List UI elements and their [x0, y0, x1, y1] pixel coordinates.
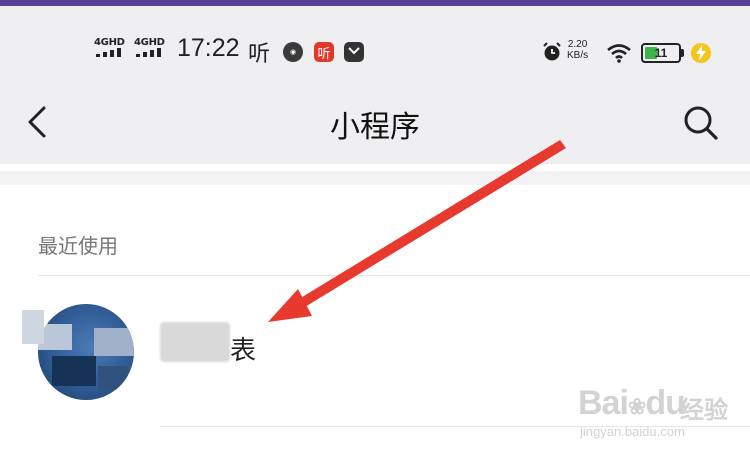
network-speed-unit: KB/s [567, 50, 589, 61]
signal-bars-icon [136, 48, 166, 57]
watermark-cn: 经验 [680, 396, 728, 424]
section-divider [38, 275, 750, 276]
ting-app-text-icon: 听 [248, 42, 271, 67]
mini-program-name: 表 [230, 336, 257, 366]
alarm-clock-icon [543, 42, 561, 61]
blurred-title [160, 322, 230, 362]
signal-bars-icon [96, 48, 126, 57]
page-title: 小程序 [330, 110, 420, 145]
network-type-label-1: 4GHD [94, 37, 125, 48]
watermark-logo: Bai❀du [578, 384, 686, 423]
signal-indicator-2: 4GHD [134, 37, 165, 57]
blurred-region [22, 310, 44, 344]
network-type-label-2: 4GHD [134, 37, 165, 48]
wifi-icon [607, 44, 631, 63]
ting-app-icon: 听 [314, 42, 334, 62]
status-bar: 4GHD 4GHD 17:22 听 ◉ 听 2.20 KB/s 11 [0, 6, 750, 84]
search-icon[interactable] [680, 102, 720, 142]
paw-icon: ❀ [627, 394, 646, 419]
charging-icon [691, 43, 711, 63]
notification-app-icon: ◉ [283, 42, 303, 62]
header-separator [0, 171, 750, 185]
watermark-brand-suffix: du [645, 384, 686, 422]
navigation-bar: 小程序 [0, 84, 750, 164]
mini-program-avatar [38, 304, 134, 400]
battery-level: 11 [654, 46, 668, 60]
status-time: 17:22 [177, 34, 240, 62]
baidu-jingyan-watermark: Bai❀du 经验 jingyan.baidu.com [578, 382, 748, 446]
watermark-url: jingyan.baidu.com [580, 424, 685, 439]
network-speed-value: 2.20 [567, 39, 588, 50]
battery-cap [681, 49, 684, 57]
network-speed: 2.20 KB/s [567, 39, 588, 61]
signal-indicator-1: 4GHD [94, 37, 125, 57]
message-app-icon [344, 42, 364, 62]
watermark-brand: Bai [578, 384, 629, 422]
recent-section-label: 最近使用 [38, 234, 118, 258]
battery-icon: 11 [641, 43, 681, 63]
